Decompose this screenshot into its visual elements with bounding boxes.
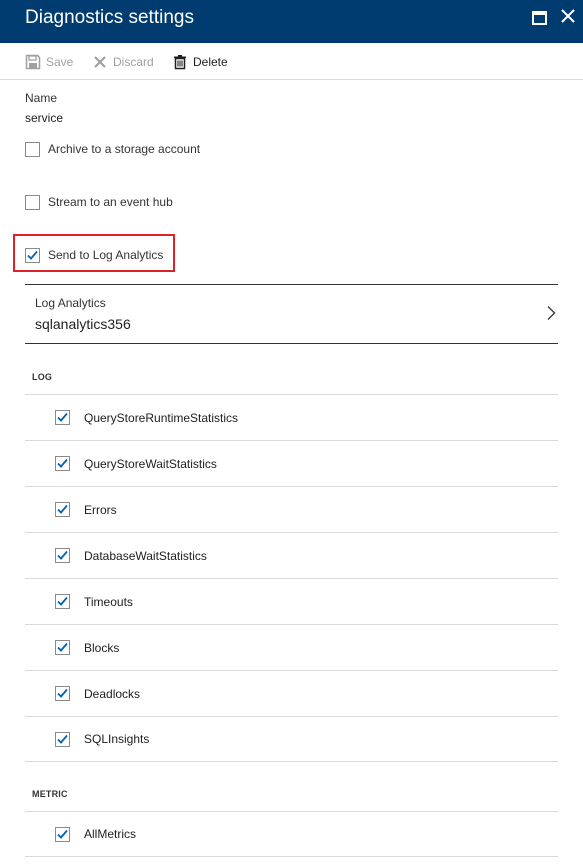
category-label: SQLInsights [84,732,150,746]
category-checkbox[interactable] [55,640,70,655]
send-log-analytics-option[interactable]: Send to Log Analytics [25,246,163,264]
check-icon [57,412,68,422]
log-category-list: QueryStoreRuntimeStatistics QueryStoreWai… [25,394,558,762]
check-icon [57,458,68,468]
archive-storage-label: Archive to a storage account [48,142,201,156]
check-icon [57,596,68,606]
list-item[interactable]: Deadlocks [25,670,558,716]
archive-storage-option[interactable]: Archive to a storage account [25,140,200,158]
category-label: QueryStoreRuntimeStatistics [84,410,239,425]
check-icon [57,734,68,744]
trash-icon [174,55,186,70]
save-button[interactable]: Save [25,53,73,71]
category-checkbox[interactable] [55,456,70,471]
category-label: Timeouts [84,594,133,609]
maximize-button[interactable] [531,8,547,25]
close-button[interactable] [560,8,576,24]
check-icon [57,642,68,652]
list-item[interactable]: DatabaseWaitStatistics [25,532,558,578]
name-label: Name [25,91,58,105]
category-checkbox[interactable] [55,826,70,842]
category-label: Errors [84,502,117,517]
delete-button[interactable]: Delete [172,53,228,71]
category-checkbox[interactable] [55,548,70,563]
send-log-analytics-checkbox[interactable] [25,247,40,263]
list-item[interactable]: Timeouts [25,578,558,624]
list-item[interactable]: Blocks [25,624,558,670]
category-checkbox[interactable] [55,410,70,425]
check-icon [57,688,68,698]
log-analytics-label: Log Analytics [35,296,106,310]
save-label: Save [46,55,74,69]
discard-button[interactable]: Discard [92,53,154,71]
check-icon [57,829,68,839]
send-log-analytics-label: Send to Log Analytics [48,248,164,262]
close-icon [561,9,575,23]
log-section-heading: LOG [32,372,53,382]
stream-event-hub-checkbox[interactable] [25,194,40,210]
log-analytics-selector[interactable]: Log Analytics sqlanalytics356 [25,284,558,344]
metric-section-heading: METRIC [32,789,68,799]
category-label: QueryStoreWaitStatistics [84,456,217,471]
metric-category-list: AllMetrics [25,811,558,857]
delete-label: Delete [193,55,228,69]
stream-event-hub-label: Stream to an event hub [48,195,173,209]
discard-icon [94,56,106,68]
archive-storage-checkbox[interactable] [25,141,40,157]
list-item[interactable]: SQLInsights [25,716,558,762]
log-analytics-workspace: sqlanalytics356 [35,316,131,332]
category-checkbox[interactable] [55,594,70,609]
stream-event-hub-option[interactable]: Stream to an event hub [25,193,173,211]
command-bar: Save Discard Delete [0,43,583,80]
list-item[interactable]: AllMetrics [25,811,558,857]
category-label: AllMetrics [84,827,137,841]
category-label: Deadlocks [84,686,141,701]
check-icon [27,250,38,260]
check-icon [57,550,68,560]
save-icon [25,54,41,70]
chevron-right-icon [547,306,556,320]
discard-label: Discard [113,55,154,69]
category-label: Blocks [84,640,120,655]
name-value: service [25,111,64,125]
category-label: DatabaseWaitStatistics [84,548,207,563]
maximize-icon [532,11,547,25]
check-icon [57,504,68,514]
category-checkbox[interactable] [55,686,70,701]
list-item[interactable]: QueryStoreWaitStatistics [25,440,558,486]
category-checkbox[interactable] [55,731,70,747]
title-bar: Diagnostics settings [0,0,583,43]
list-item[interactable]: QueryStoreRuntimeStatistics [25,394,558,440]
window-title: Diagnostics settings [25,7,194,28]
list-item[interactable]: Errors [25,486,558,532]
category-checkbox[interactable] [55,502,70,517]
